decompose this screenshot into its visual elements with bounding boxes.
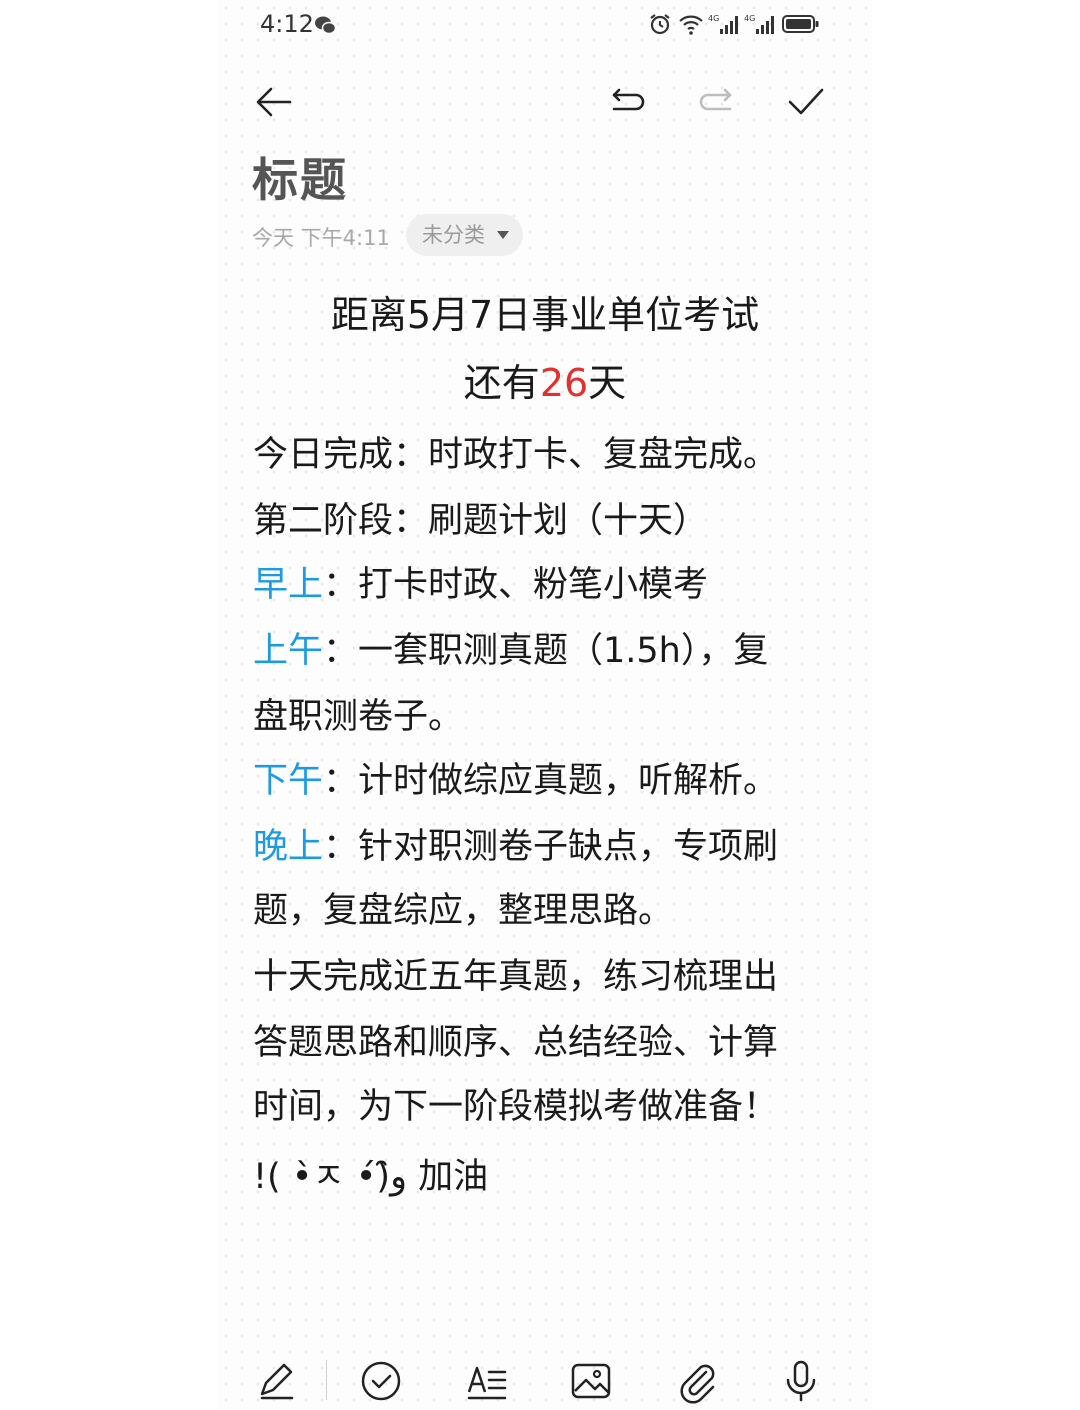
category-label: 未分类 [422, 223, 485, 247]
forenoon-label: 上午 [253, 631, 324, 671]
back-arrow-icon [256, 87, 292, 117]
pen-icon [260, 1363, 294, 1400]
line-morning[interactable]: 早上：打卡时政、粉笔小模考 [253, 556, 833, 607]
signal-4g-icon-2: 4G [744, 14, 774, 34]
countdown-days-line[interactable]: 还有26天 [218, 352, 872, 407]
line-summary-3[interactable]: 时间，为下一阶段模拟考做准备！ [253, 1078, 833, 1129]
morning-label: 早上 [253, 565, 324, 605]
undo-button[interactable] [606, 80, 650, 124]
line-evening-cont[interactable]: 题，复盘综应，整理思路。 [253, 882, 833, 933]
attachment-button[interactable] [674, 1358, 720, 1404]
back-button[interactable] [252, 80, 296, 124]
insert-image-button[interactable] [568, 1358, 614, 1404]
afternoon-text: ：计时做综应真题，听解析。 [323, 761, 779, 801]
line-today[interactable]: 今日完成：时政打卡、复盘完成。 [253, 426, 833, 477]
battery-icon [782, 15, 819, 33]
line-phase[interactable]: 第二阶段：刷题计划（十天） [253, 492, 833, 543]
svg-text:4G: 4G [708, 14, 719, 23]
note-title[interactable]: 标题 [252, 144, 348, 210]
image-icon [571, 1363, 611, 1399]
wifi-icon [679, 15, 703, 35]
voice-input-button[interactable] [778, 1358, 824, 1404]
line-summary-1[interactable]: 十天完成近五年真题，练习梳理出 [253, 948, 833, 999]
alarm-icon [650, 14, 670, 35]
signal-4g-icon: 4G [708, 14, 738, 34]
caret-down-icon [497, 231, 509, 239]
afternoon-label: 下午 [253, 761, 324, 801]
line-forenoon[interactable]: 上午：一套职测真题（1.5h），复 [253, 622, 833, 673]
days-suffix: 天 [588, 361, 627, 405]
handwriting-button[interactable] [254, 1358, 300, 1404]
days-count: 26 [539, 361, 589, 405]
checklist-button[interactable] [358, 1358, 404, 1404]
days-prefix: 还有 [463, 361, 540, 405]
category-dropdown[interactable]: 未分类 [406, 214, 523, 256]
line-cheer[interactable]: !( •̀ㅈ •́)و̑̑ 加油 [253, 1148, 833, 1199]
forenoon-text: ：一套职测真题（1.5h），复 [323, 631, 769, 671]
undo-icon [612, 88, 645, 111]
wechat-notification-icon [315, 16, 336, 35]
redo-button[interactable] [694, 80, 738, 124]
done-button[interactable] [784, 80, 828, 124]
status-time: 4:12 [260, 10, 314, 38]
morning-text: ：打卡时政、粉笔小模考 [323, 565, 709, 605]
svg-text:4G: 4G [744, 14, 755, 23]
paperclip-icon [680, 1364, 715, 1404]
check-icon [788, 88, 824, 115]
note-date: 今天 下午4:11 [252, 226, 390, 250]
evening-text: ：针对职测卷子缺点，专项刷 [323, 827, 779, 867]
status-icons: 4G 4G [648, 10, 822, 38]
redo-icon [699, 88, 732, 111]
line-evening[interactable]: 晚上：针对职测卷子缺点，专项刷 [253, 818, 833, 869]
text-format-button[interactable] [464, 1358, 510, 1404]
line-afternoon[interactable]: 下午：计时做综应真题，听解析。 [253, 752, 833, 803]
line-summary-2[interactable]: 答题思路和顺序、总结经验、计算 [253, 1014, 833, 1065]
text-style-icon [467, 1366, 507, 1400]
line-forenoon-cont[interactable]: 盘职测卷子。 [253, 688, 833, 739]
evening-label: 晚上 [253, 827, 324, 867]
countdown-headline[interactable]: 距离5月7日事业单位考试 [218, 284, 872, 339]
toolbar-divider [326, 1360, 327, 1400]
microphone-icon [786, 1360, 816, 1402]
check-circle-icon [361, 1361, 401, 1401]
